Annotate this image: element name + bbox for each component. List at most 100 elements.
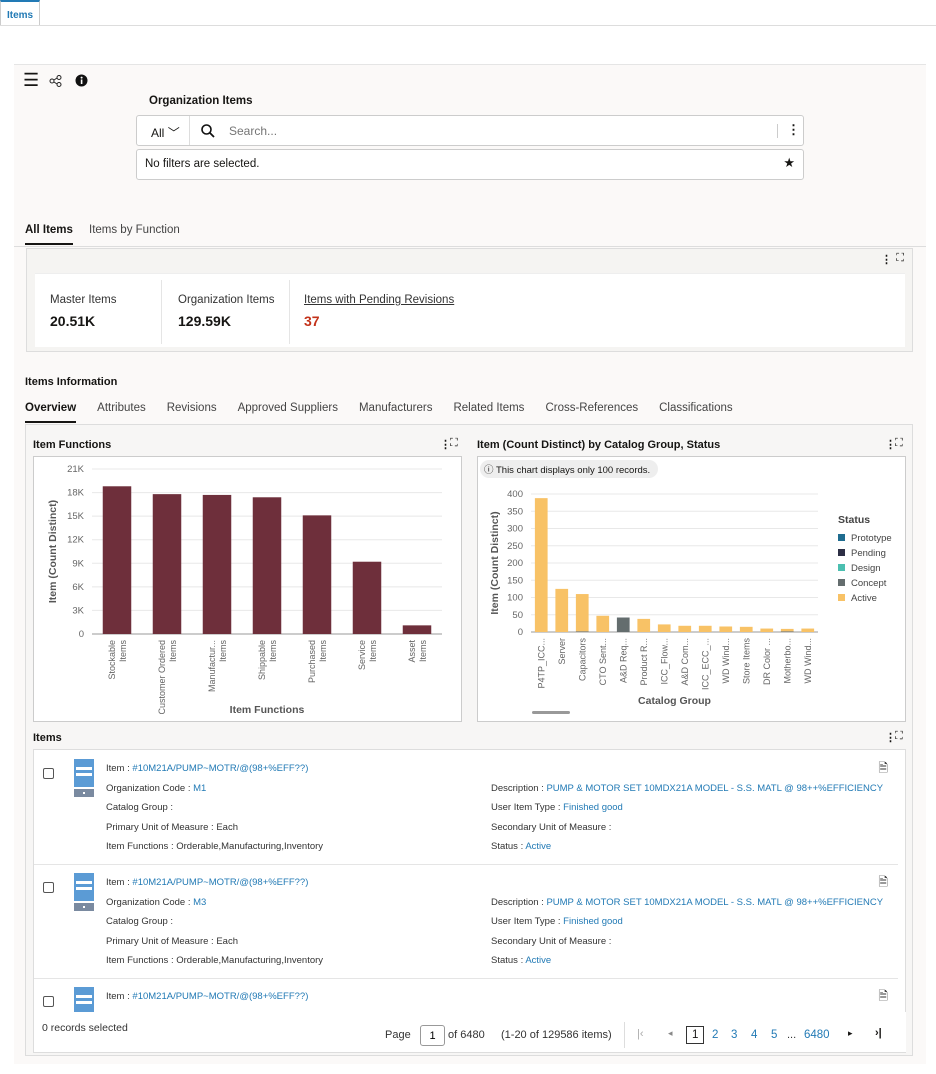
page-4[interactable]: 4	[751, 1029, 757, 1041]
page-1[interactable]: 1	[686, 1026, 705, 1044]
field-label: Description :	[491, 896, 547, 908]
share-icon[interactable]	[49, 75, 62, 87]
legend-label: Pending	[851, 548, 886, 559]
page-input[interactable]	[420, 1025, 445, 1046]
page-2[interactable]: 2	[712, 1029, 718, 1041]
x-tick-label: Store Items	[741, 638, 751, 685]
field-primary-uom: Primary Unit of Measure : Each	[106, 822, 238, 833]
field-label: Status :	[491, 841, 526, 853]
document-search-icon[interactable]: 🗎	[878, 987, 888, 1008]
field-label: Description :	[491, 782, 547, 794]
bar	[102, 486, 132, 634]
kebab-icon[interactable]: ⋮	[787, 122, 800, 138]
fullscreen-icon[interactable]: ⛶	[895, 730, 903, 743]
tab-revisions[interactable]: Revisions	[167, 402, 217, 423]
field-value[interactable]: #10M21A/PUMP~MOTR/@(98+%EFF??)	[132, 991, 308, 1002]
tab-cross-references[interactable]: Cross-References	[545, 402, 638, 423]
field-value: Orderable,Manufacturing,Inventory	[176, 841, 324, 853]
list-item[interactable]: 🗎 Item : #10M21A/PUMP~MOTR/@(98+%EFF??) Or…	[34, 865, 898, 979]
legend-swatch	[838, 534, 845, 541]
x-axis-title: Item Functions	[230, 704, 305, 716]
bar	[637, 618, 651, 632]
last-page-icon[interactable]: ›|	[875, 1027, 882, 1039]
next-page-icon[interactable]: ▸	[848, 1028, 853, 1039]
legend-label: Concept	[851, 578, 887, 589]
kebab-icon[interactable]: ⋮	[881, 253, 892, 266]
tab-manufacturers[interactable]: Manufacturers	[359, 402, 433, 423]
row-checkbox[interactable]	[43, 996, 54, 1007]
tab-related-items[interactable]: Related Items	[453, 402, 524, 423]
page-label: Page	[385, 1029, 411, 1041]
field-secondary-uom: Secondary Unit of Measure :	[491, 822, 611, 833]
field-label: User Item Type :	[491, 802, 564, 814]
field-functions: Item Functions : Orderable,Manufacturing…	[106, 841, 323, 852]
stacked-bar-chart: 0 50 100 150 200 250 300 350 400 P4TP_ICC... Serve…	[489, 489, 892, 707]
fullscreen-icon[interactable]: ⛶	[896, 252, 904, 265]
search-icon	[201, 124, 215, 138]
metric-value: 20.51K	[50, 313, 96, 329]
list-item[interactable]: 🗎 Item : #10M21A/PUMP~MOTR/@(98+%EFF??) Or…	[34, 751, 898, 865]
page-title: Organization Items	[149, 95, 253, 107]
tab-classifications[interactable]: Classifications	[659, 402, 733, 423]
document-search-icon[interactable]: 🗎	[878, 873, 888, 894]
y-tick-label: 9K	[72, 558, 84, 569]
divider	[0, 25, 936, 26]
legend-label: Prototype	[851, 533, 892, 544]
first-page-icon[interactable]: |‹	[637, 1028, 644, 1040]
bar	[739, 626, 753, 632]
metric-label: Organization Items	[178, 294, 275, 306]
search-scope-select[interactable]: All ﹀	[137, 116, 190, 145]
field-description: Description : PUMP & MOTOR SET 10MDX21A …	[491, 783, 883, 794]
x-tick-label: ICC_Flow...	[659, 638, 669, 685]
x-tick-label: Manufactur...Items	[207, 640, 228, 693]
legend-label: Active	[851, 593, 877, 604]
x-tick-label: A&D Com...	[680, 638, 690, 686]
fullscreen-icon[interactable]: ⛶	[895, 437, 903, 450]
field-label: Secondary Unit of Measure :	[491, 935, 612, 947]
star-icon[interactable]: ★	[783, 155, 795, 171]
bar	[719, 626, 733, 632]
divider	[289, 280, 290, 344]
field-value: Finished good	[563, 916, 623, 928]
tab-items-by-function[interactable]: Items by Function	[89, 224, 180, 236]
chart-title: Item (Count Distinct) by Catalog Group, …	[477, 439, 721, 451]
bar	[780, 628, 794, 632]
hamburger-icon[interactable]: ☰	[23, 70, 39, 91]
y-tick-label: 50	[512, 610, 523, 621]
field-value[interactable]: #10M21A/PUMP~MOTR/@(98+%EFF??)	[132, 763, 308, 774]
bar	[534, 498, 548, 632]
page-5[interactable]: 5	[771, 1029, 777, 1041]
row-checkbox[interactable]	[43, 768, 54, 779]
metric-master-items: Master Items 20.51K	[50, 294, 116, 329]
x-axis-title: Catalog Group	[638, 695, 711, 707]
field-value: PUMP & MOTOR SET 10MDX21A MODEL - S.S. M…	[546, 896, 884, 908]
metric-link[interactable]: Items with Pending Revisions	[304, 294, 454, 306]
field-user-item_type: User Item Type : Finished good	[491, 916, 623, 927]
y-tick-label: 300	[507, 524, 523, 535]
tab-all-items[interactable]: All Items	[25, 224, 73, 245]
page-3[interactable]: 3	[731, 1029, 737, 1041]
x-tick-label: AssetItems	[407, 640, 428, 663]
field-label: Catalog Group :	[106, 916, 174, 928]
search-input[interactable]	[229, 121, 769, 141]
page-count: of 6480	[448, 1029, 485, 1041]
metric-pending-revisions[interactable]: Items with Pending Revisions 37	[304, 294, 454, 329]
field-functions: Item Functions : Orderable,Manufacturing…	[106, 955, 323, 966]
field-label: Primary Unit of Measure :	[106, 821, 217, 833]
chart-scrollbar[interactable]	[532, 711, 570, 714]
fullscreen-icon[interactable]: ⛶	[450, 437, 458, 450]
info-tabs: Overview Attributes Revisions Approved S…	[25, 402, 733, 423]
document-search-icon[interactable]: 🗎	[878, 759, 888, 780]
field-value[interactable]: #10M21A/PUMP~MOTR/@(98+%EFF??)	[132, 877, 308, 888]
row-checkbox[interactable]	[43, 882, 54, 893]
bar	[596, 615, 610, 632]
y-tick-label: 3K	[72, 605, 84, 616]
page-last-number[interactable]: 6480	[804, 1029, 830, 1041]
info-icon[interactable]	[75, 74, 88, 87]
tab-overview[interactable]: Overview	[25, 402, 77, 423]
field-value: Finished good	[563, 802, 623, 814]
tab-items[interactable]: Items	[0, 0, 40, 26]
tab-attributes[interactable]: Attributes	[97, 402, 146, 423]
previous-page-icon[interactable]: ◂	[668, 1028, 673, 1039]
tab-approved-suppliers[interactable]: Approved Suppliers	[238, 402, 338, 423]
